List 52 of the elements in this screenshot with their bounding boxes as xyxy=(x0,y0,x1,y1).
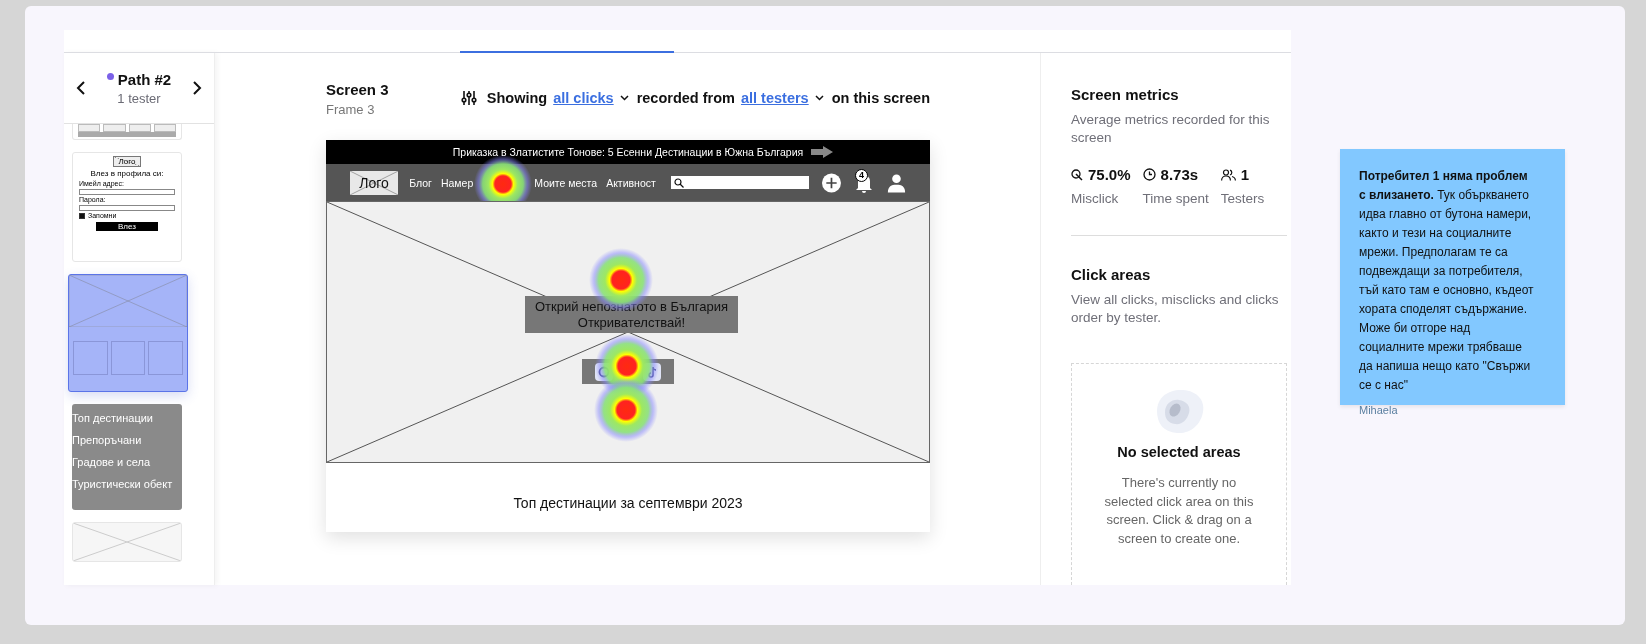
hero-text: Открий непознатото в България xyxy=(534,298,729,315)
screen-thumbnail[interactable] xyxy=(68,274,188,392)
empty-state-title: No selected areas xyxy=(1117,444,1241,460)
users-icon xyxy=(1220,168,1236,181)
section-description: View all clicks, misclicks and clicks order by tester. xyxy=(1071,291,1280,327)
metric-value: 8.73s xyxy=(1160,166,1199,183)
path-subtitle: 1 tester xyxy=(117,90,161,106)
menu-item: Препоръчани xyxy=(72,434,143,446)
user-icon xyxy=(887,171,906,194)
announcement-text: Приказка в Златистите Тонове: 5 Есенни Дестинации в Южна България xyxy=(452,146,804,158)
screen-thumbnail[interactable]: Топ дестинации Препоръчани Градове и села Туристически обект xyxy=(72,404,182,510)
testers-dropdown[interactable]: all testers xyxy=(740,90,824,106)
screen-thumbnail[interactable] xyxy=(72,522,182,562)
section-title: Топ дестинации за септември 2023 xyxy=(513,494,743,511)
image-placeholder xyxy=(350,170,399,195)
note-text: Потребител 1 няма проблем с влизането. Тук объркването идва главно от бутона намери, както и тези на социалните мрежи. Предполагам те са подвеждащи за потребителя, тъй като там е основно, къдеот хората споделят съдържание. Може би отгоре над социалните мрежи трябваше да напиша нещо като "Свържи се с нас" xyxy=(1359,168,1535,394)
metric-label: Misclick xyxy=(1071,191,1120,206)
metric-value: 75.0% xyxy=(1088,166,1131,183)
heatmap-spot xyxy=(594,378,658,442)
menu-item: Туристически обект xyxy=(72,478,174,490)
search-icon xyxy=(673,177,684,188)
metric-value: 1 xyxy=(1240,166,1250,183)
hero-text: Откривателствай! xyxy=(577,314,686,331)
arrow-right-icon xyxy=(811,146,834,158)
chevron-down-icon xyxy=(619,95,629,101)
section-heading: Click areas xyxy=(1071,266,1152,283)
login-heading: Влез в профила си: xyxy=(90,169,164,178)
filter-sliders-icon[interactable] xyxy=(460,90,477,106)
screen-title: Screen 3 xyxy=(326,81,389,98)
metric-label: Time spent xyxy=(1142,191,1209,206)
metric-label: Testers xyxy=(1220,191,1265,206)
clock-icon xyxy=(1142,168,1156,181)
section-description: Average metrics recorded for this screen xyxy=(1071,111,1271,147)
login-button: Влез xyxy=(96,222,158,231)
note-author: Mihaela xyxy=(1359,404,1399,416)
filter-label: on this screen xyxy=(831,90,930,106)
section-heading: Screen metrics xyxy=(1071,86,1180,103)
notification-count: 4 xyxy=(855,168,869,182)
menu-item: Градове и села xyxy=(72,456,151,468)
filter-label: recorded from xyxy=(636,90,735,106)
empty-state-text: There's currently no selected click area on this screen. Click & drag on a screen to create one. xyxy=(1103,474,1255,548)
filter-label: Showing xyxy=(486,90,548,106)
clicks-dropdown[interactable]: all clicks xyxy=(553,90,629,106)
plus-icon xyxy=(822,171,842,194)
next-path-button[interactable] xyxy=(190,79,204,97)
logo-placeholder: Лого xyxy=(112,156,142,167)
logo-text: Лого xyxy=(359,174,389,191)
previous-path-button[interactable] xyxy=(74,79,88,97)
chevron-down-icon xyxy=(814,95,824,101)
path-title: Path #2 xyxy=(117,70,172,88)
frame-name: Frame 3 xyxy=(326,102,376,117)
menu-item: Топ дестинации xyxy=(72,412,154,424)
